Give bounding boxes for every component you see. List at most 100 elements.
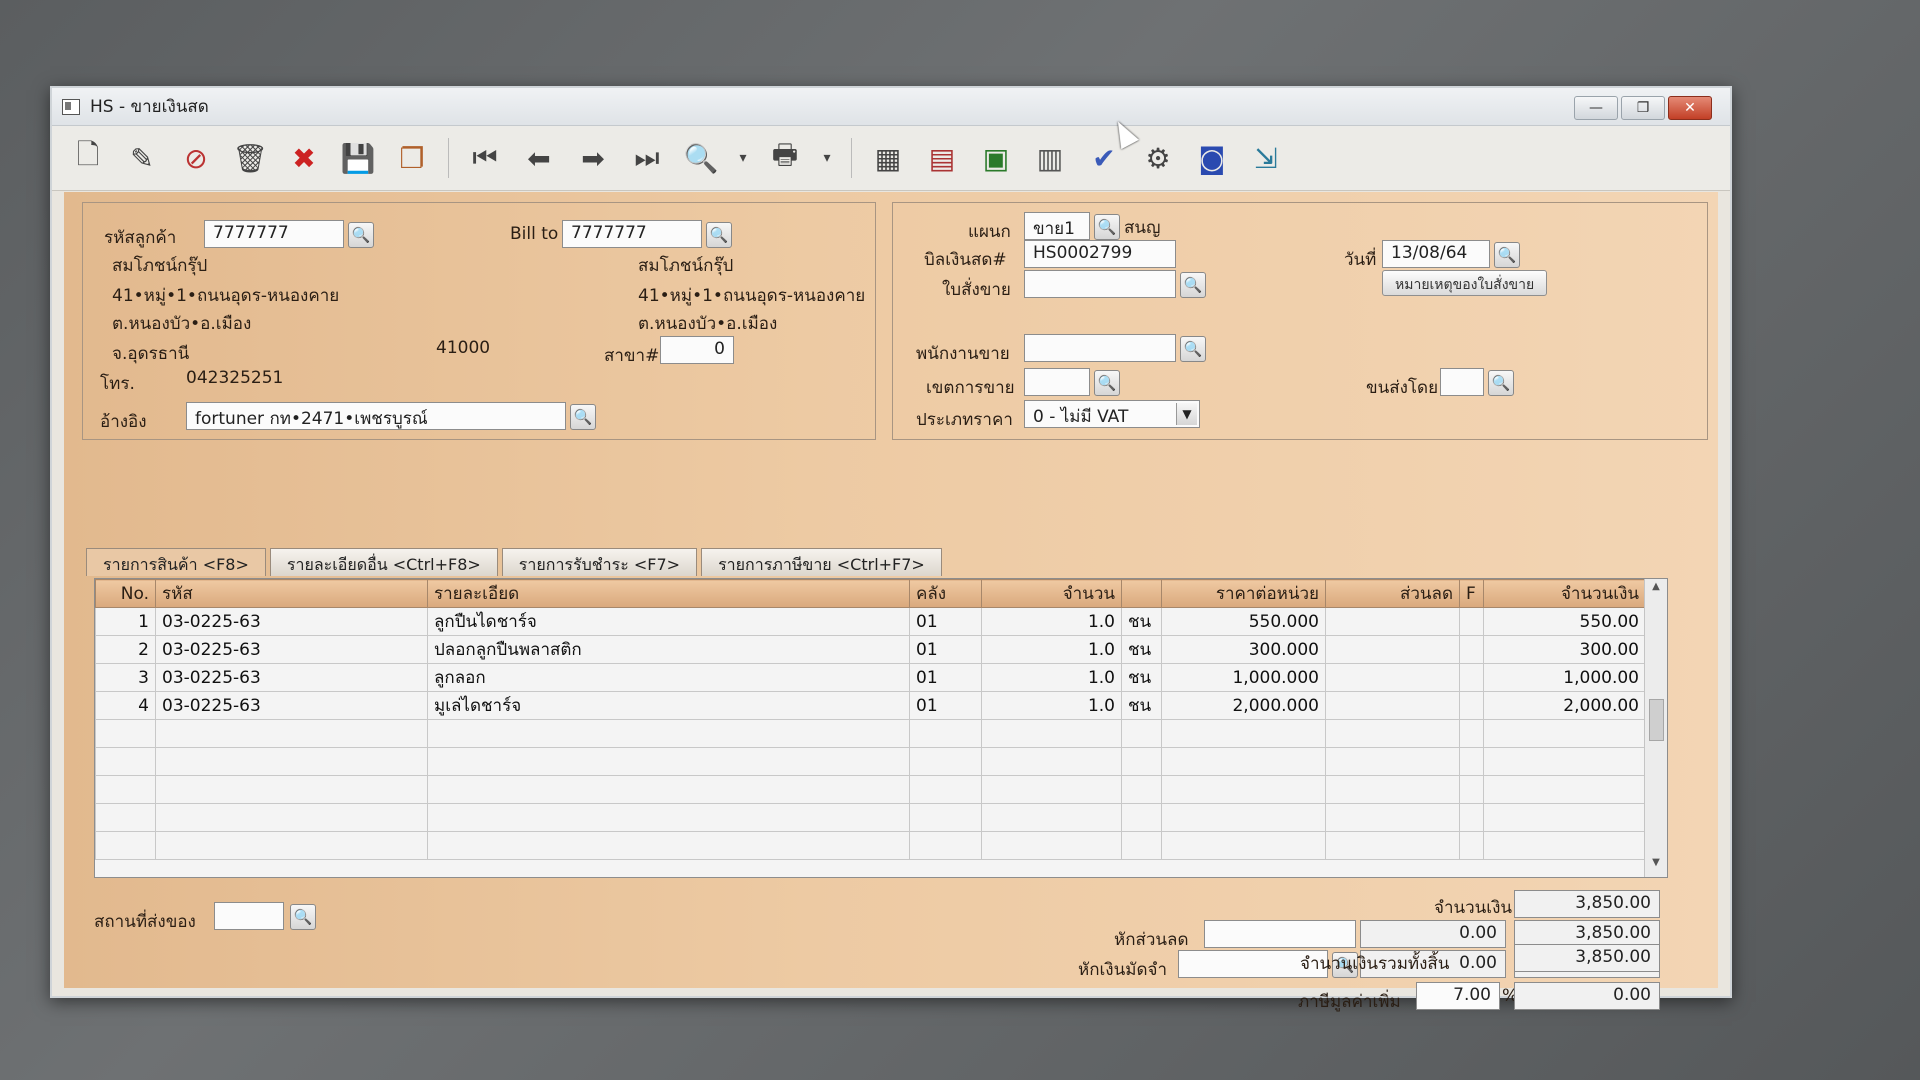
cell-amount[interactable]: 550.00 (1483, 607, 1646, 636)
column-header-description[interactable]: รายละเอียด (427, 579, 910, 608)
cell-quantity[interactable] (981, 747, 1122, 776)
customer-code-input[interactable]: 7777777 (204, 220, 344, 248)
cell-amount[interactable] (1483, 831, 1646, 860)
cell-unit[interactable]: ชน (1121, 663, 1162, 692)
cell-code[interactable] (155, 803, 428, 832)
column-header-code[interactable]: รหัส (155, 579, 428, 608)
bill-to-input[interactable]: 7777777 (562, 220, 702, 248)
cell-amount[interactable] (1483, 719, 1646, 748)
cell-no[interactable]: 1 (95, 607, 156, 636)
cell-discount[interactable] (1325, 831, 1460, 860)
cell-unit-price[interactable] (1161, 803, 1326, 832)
cell-warehouse[interactable]: 01 (909, 663, 982, 692)
scroll-up-icon[interactable]: ▲ (1645, 581, 1667, 599)
tools-icon[interactable]: ⚙ (1136, 136, 1180, 180)
sales-order-search-icon[interactable]: 🔍 (1180, 272, 1206, 298)
cell-flag[interactable] (1459, 635, 1484, 664)
cell-discount[interactable] (1325, 663, 1460, 692)
cell-amount[interactable]: 300.00 (1483, 635, 1646, 664)
exit-icon[interactable]: ⇲ (1244, 136, 1288, 180)
cell-warehouse[interactable]: 01 (909, 635, 982, 664)
chevron-down-icon[interactable]: ▼ (1176, 403, 1197, 425)
cell-unit[interactable]: ชน (1121, 691, 1162, 720)
cell-flag[interactable] (1459, 607, 1484, 636)
cell-amount[interactable] (1483, 803, 1646, 832)
delivery-location-search-icon[interactable]: 🔍 (290, 904, 316, 930)
cell-amount[interactable] (1483, 775, 1646, 804)
cell-description[interactable] (427, 831, 910, 860)
cell-code[interactable]: 03-0225-63 (155, 663, 428, 692)
form-icon[interactable]: ▤ (920, 136, 964, 180)
cell-description[interactable] (427, 775, 910, 804)
cell-quantity[interactable]: 1.0 (981, 691, 1122, 720)
table-row[interactable] (95, 775, 1646, 804)
calculator-icon[interactable]: ▦ (866, 136, 910, 180)
tab-other-details[interactable]: รายละเอียดอื่น <Ctrl+F8> (269, 548, 498, 576)
print-icon[interactable]: 🖶 (763, 136, 807, 180)
column-header-unit[interactable] (1121, 579, 1162, 608)
cell-description[interactable]: มูเล่ไดชาร์จ (427, 691, 910, 720)
cell-warehouse[interactable] (909, 775, 982, 804)
cell-code[interactable]: 03-0225-63 (155, 691, 428, 720)
table-row[interactable] (95, 831, 1646, 860)
column-header-no[interactable]: No. (95, 579, 156, 608)
table-row[interactable]: 2 03-0225-63 ปลอกลูกปืนพลาสติก 01 1.0 ชน 300.0… (95, 635, 1646, 664)
table-row[interactable]: 1 03-0225-63 ลูกปืนไดชาร์จ 01 1.0 ชน 550.000 55… (95, 607, 1646, 636)
tab-items[interactable]: รายการสินค้า <F8> (86, 548, 266, 576)
table-row[interactable] (95, 719, 1646, 748)
cell-no[interactable] (95, 719, 156, 748)
cell-quantity[interactable]: 1.0 (981, 663, 1122, 692)
table-row[interactable] (95, 747, 1646, 776)
cell-amount[interactable]: 1,000.00 (1483, 663, 1646, 692)
cell-unit[interactable] (1121, 775, 1162, 804)
cell-warehouse[interactable] (909, 719, 982, 748)
tab-payments[interactable]: รายการรับชำระ <F7> (501, 548, 698, 576)
reference-input[interactable]: fortuner กท•2471•เพชรบูรณ์ (186, 402, 566, 430)
date-input[interactable]: 13/08/64 (1382, 240, 1490, 268)
cancel-icon[interactable]: ✖ (282, 136, 326, 180)
discount-input[interactable] (1204, 920, 1356, 948)
search-icon[interactable]: 🔍 (679, 136, 723, 180)
first-record-icon[interactable]: ⏮ (463, 136, 507, 180)
cell-no[interactable] (95, 747, 156, 776)
tab-sales-tax[interactable]: รายการภาษีขาย <Ctrl+F7> (701, 548, 942, 576)
edit-icon[interactable]: ✎ (120, 136, 164, 180)
last-record-icon[interactable]: ⏭ (625, 136, 669, 180)
column-header-warehouse[interactable]: คลัง (909, 579, 982, 608)
column-header-amount[interactable]: จำนวนเงิน (1483, 579, 1646, 608)
bill-number-input[interactable]: HS0002799 (1024, 240, 1176, 268)
cell-amount[interactable]: 2,000.00 (1483, 691, 1646, 720)
scroll-thumb[interactable] (1649, 699, 1664, 741)
search-dropdown-icon[interactable]: ▾ (733, 136, 753, 180)
grid-scrollbar[interactable]: ▲ ▼ (1644, 579, 1667, 877)
delivery-location-input[interactable] (214, 902, 284, 930)
cell-discount[interactable] (1325, 747, 1460, 776)
cell-unit[interactable]: ชน (1121, 635, 1162, 664)
cell-description[interactable] (427, 719, 910, 748)
reference-search-icon[interactable]: 🔍 (570, 404, 596, 430)
cell-code[interactable]: 03-0225-63 (155, 635, 428, 664)
cell-unit[interactable]: ชน (1121, 607, 1162, 636)
cell-description[interactable]: ลูกปืนไดชาร์จ (427, 607, 910, 636)
cell-unit-price[interactable] (1161, 747, 1326, 776)
cell-discount[interactable] (1325, 691, 1460, 720)
cell-description[interactable] (427, 747, 910, 776)
receipt-icon[interactable]: ▥ (1028, 136, 1072, 180)
cell-description[interactable] (427, 803, 910, 832)
cell-unit-price[interactable]: 1,000.000 (1161, 663, 1326, 692)
cell-quantity[interactable] (981, 803, 1122, 832)
minimize-button[interactable]: — (1574, 96, 1618, 120)
cell-flag[interactable] (1459, 719, 1484, 748)
previous-record-icon[interactable]: ⬅ (517, 136, 561, 180)
cell-unit-price[interactable]: 2,000.000 (1161, 691, 1326, 720)
salesperson-input[interactable] (1024, 334, 1176, 362)
column-header-quantity[interactable]: จำนวน (981, 579, 1122, 608)
table-row[interactable]: 3 03-0225-63 ลูกลอก 01 1.0 ชน 1,000.000 1,000.0… (95, 663, 1646, 692)
cell-flag[interactable] (1459, 831, 1484, 860)
new-icon[interactable]: 🗋 (66, 136, 110, 180)
cell-description[interactable]: ปลอกลูกปืนพลาสติก (427, 635, 910, 664)
vat-rate-input[interactable]: 7.00 (1416, 982, 1500, 1010)
cell-quantity[interactable] (981, 719, 1122, 748)
cell-description[interactable]: ลูกลอก (427, 663, 910, 692)
copy-icon[interactable]: ❐ (390, 136, 434, 180)
